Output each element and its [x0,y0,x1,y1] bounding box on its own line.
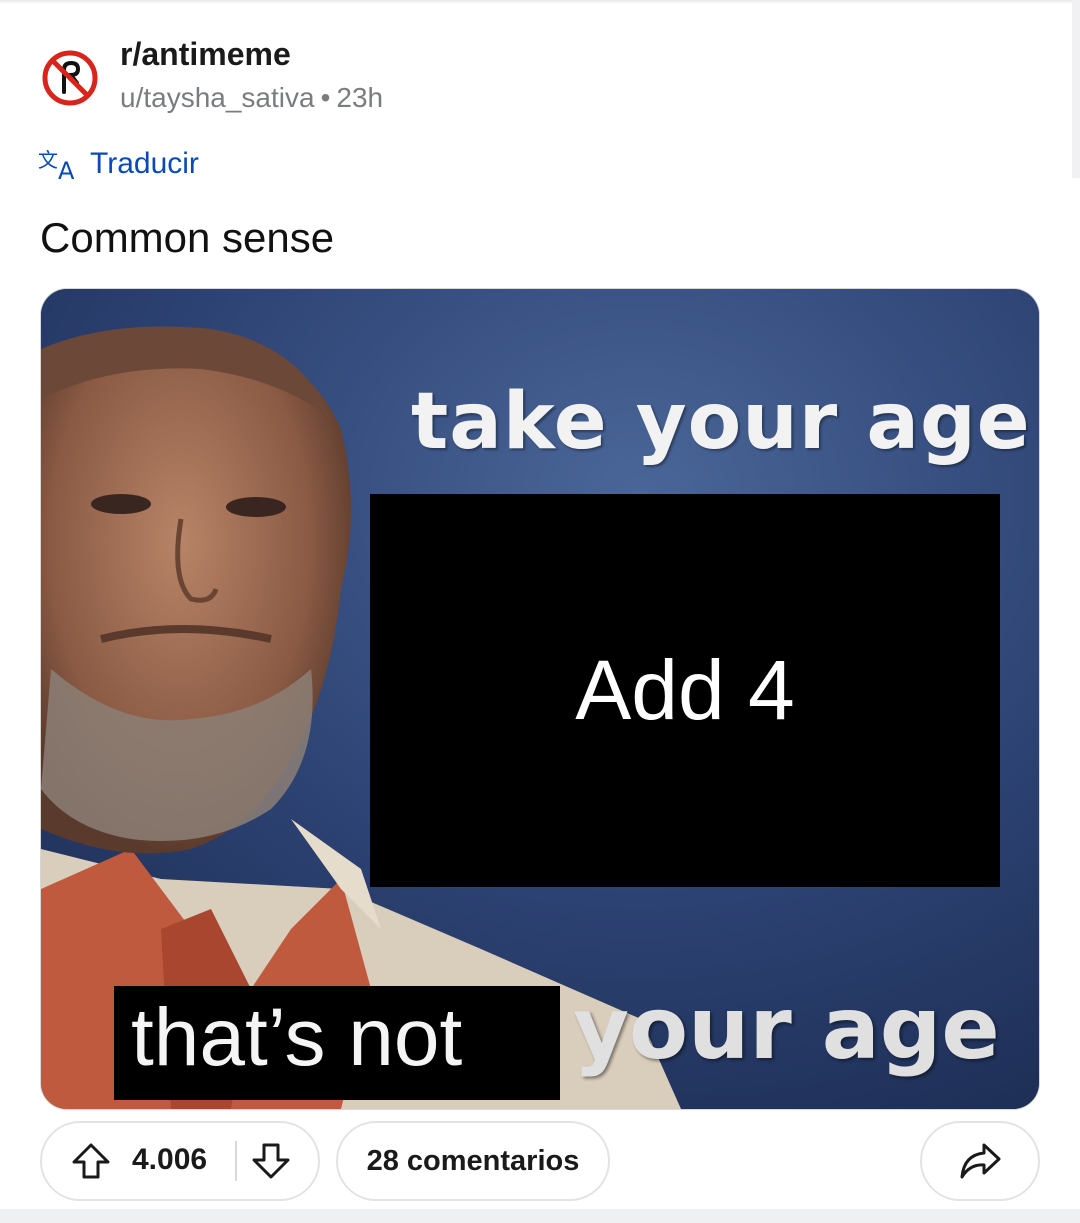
post-age: 23h [336,82,384,113]
author-name[interactable]: u/taysha_sativa [120,82,315,113]
meme-bottom-left-text: that’s not [131,992,463,1083]
arrow-up-icon[interactable] [70,1140,112,1182]
translate-icon: 文 A [38,148,75,181]
scroll-edge [1072,0,1080,178]
meme-top-text: take your age [411,377,1031,467]
meme-box-text: Add 4 [575,643,795,737]
comments-label: 28 comentarios [366,1144,580,1177]
meta-separator: • [320,82,331,113]
post-meta: u/taysha_sativa • 23h [120,82,383,114]
meme-bottom-right-text: your age [573,979,1000,1079]
post-actions: 4.006 28 comentarios [40,1121,1040,1201]
post-header: r/antimeme u/taysha_sativa • 23h [40,36,940,120]
svg-text:文: 文 [38,148,58,172]
post-title[interactable]: Common sense [40,214,334,262]
bottom-separator [0,1209,1080,1223]
vote-divider [235,1141,237,1181]
no-symbol-icon[interactable] [40,48,100,108]
arrow-down-icon[interactable] [250,1140,292,1182]
subreddit-name[interactable]: r/antimeme [120,36,291,73]
vote-control: 4.006 [40,1121,320,1201]
vote-count: 4.006 [132,1143,208,1176]
svg-text:A: A [58,157,75,181]
translate-label: Traducir [90,147,199,180]
top-edge [0,0,1080,4]
share-arrow-icon [960,1143,1001,1179]
comments-button[interactable]: 28 comentarios [336,1121,610,1201]
meme-black-box: Add 4 [370,494,1000,887]
translate-button[interactable]: 文 A Traducir [38,144,199,184]
share-button[interactable] [920,1121,1040,1201]
post-image[interactable]: take your age Add 4 that’s not your age [41,289,1039,1109]
